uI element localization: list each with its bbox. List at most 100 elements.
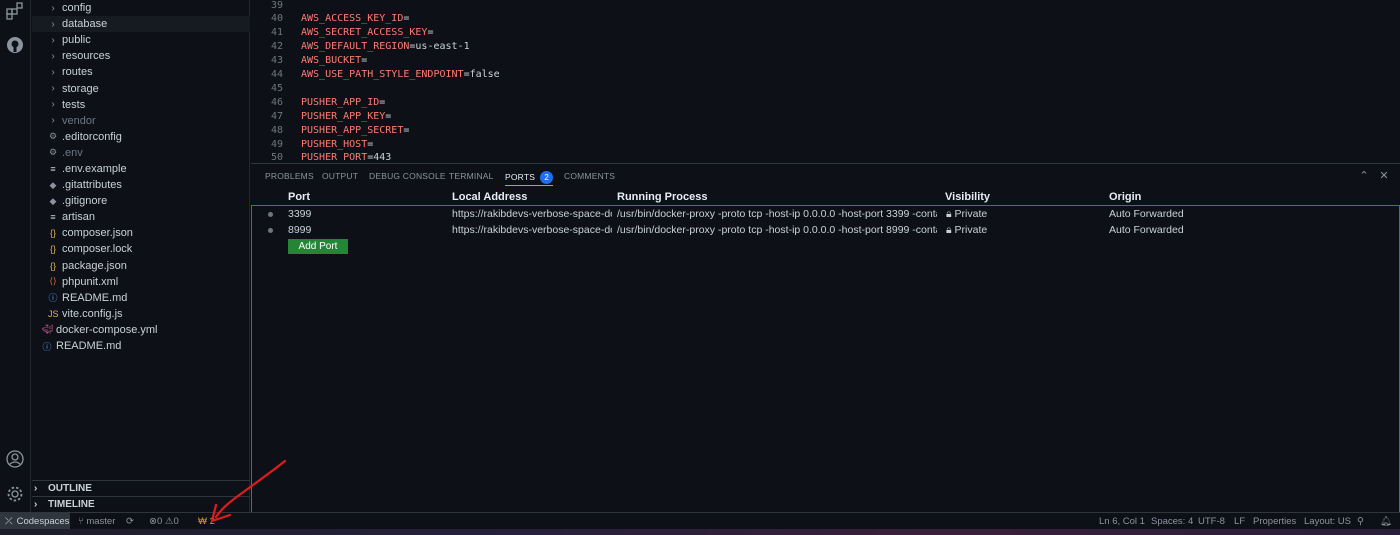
code-line[interactable]: 49 PUSHER_HOST=	[251, 137, 1400, 151]
feedback-icon[interactable]: ⚲	[1357, 516, 1364, 527]
problems-indicator[interactable]: ⊗0 ⚠0	[149, 516, 179, 527]
tree-file[interactable]: JS vite.config.js	[32, 306, 250, 322]
column-origin[interactable]: Origin	[1109, 191, 1141, 203]
origin-cell: Auto Forwarded	[1109, 208, 1184, 220]
tree-file[interactable]: ⓘ README.md	[32, 290, 250, 306]
tree-item-label: database	[62, 18, 108, 31]
indentation[interactable]: Spaces: 4	[1151, 516, 1193, 527]
port-cell[interactable]: 3399	[288, 208, 311, 220]
tree-item-label: routes	[62, 66, 93, 79]
local-address-cell[interactable]: https://rakibdevs-verbose-space-do...	[452, 224, 612, 236]
language-mode[interactable]: Properties	[1253, 516, 1296, 527]
info-file-icon: ⓘ	[48, 293, 58, 304]
chevron-right-icon: ›	[34, 499, 38, 510]
tab-debug-console[interactable]: DEBUG CONSOLE	[369, 171, 446, 181]
close-panel-icon[interactable]: ✕	[1377, 169, 1391, 183]
column-local-address[interactable]: Local Address	[452, 191, 527, 203]
env-key: AWS_BUCKET	[301, 55, 362, 67]
tree-item-label: .editorconfig	[62, 130, 122, 143]
tree-file[interactable]: ◆ .gitattributes	[32, 177, 250, 193]
tree-folder[interactable]: › public	[32, 32, 250, 48]
code-editor[interactable]: 39 40 AWS_ACCESS_KEY_ID= 41 AWS_SECRET_ACCES…	[251, 0, 1400, 162]
code-line[interactable]: 40 AWS_ACCESS_KEY_ID=	[251, 12, 1400, 26]
file-tree: › config › database › public › resources › routes…	[32, 0, 250, 354]
branch-indicator[interactable]: ⑂ master	[78, 516, 115, 527]
maximize-panel-icon[interactable]: ⌃	[1357, 169, 1371, 183]
timeline-section-header[interactable]: › TIMELINE	[32, 496, 250, 512]
tree-folder[interactable]: › tests	[32, 97, 250, 113]
column-visibility[interactable]: Visibility	[945, 191, 990, 203]
origin-cell: Auto Forwarded	[1109, 224, 1184, 236]
json-file-icon: {}	[49, 228, 56, 239]
notifications-bell-icon[interactable]: 🔔︎	[1380, 516, 1392, 527]
visibility-label: Private	[954, 208, 988, 220]
code-line[interactable]: 47 PUSHER_APP_KEY=	[251, 109, 1400, 123]
tab-label: PROBLEMS	[265, 171, 314, 181]
column-port[interactable]: Port	[288, 191, 310, 203]
sync-icon[interactable]: ⟳	[126, 516, 134, 527]
json-file-icon: {}	[49, 244, 56, 255]
ports-indicator[interactable]: ₩ 2	[198, 516, 215, 527]
tab-terminal[interactable]: TERMINAL	[449, 171, 494, 181]
tree-folder[interactable]: › storage	[32, 80, 250, 96]
ports-table-header: Port Local Address Running Process Visib…	[251, 188, 1400, 206]
tree-file[interactable]: ≡ artisan	[32, 209, 250, 225]
tree-file[interactable]: ⚙ .env	[32, 145, 250, 161]
warning-count: 0	[173, 516, 179, 527]
column-running-process[interactable]: Running Process	[617, 191, 707, 203]
extensions-icon[interactable]	[4, 0, 26, 22]
text-file-icon: ≡	[50, 212, 56, 223]
tree-folder[interactable]: › resources	[32, 48, 250, 64]
tab-ports[interactable]: PORTS 2	[505, 171, 554, 186]
tree-file[interactable]: {} composer.json	[32, 225, 250, 241]
code-line[interactable]: 48 PUSHER_APP_SECRET=	[251, 123, 1400, 137]
tree-item-label: tests	[62, 98, 86, 111]
encoding[interactable]: UTF-8	[1198, 516, 1225, 527]
add-port-button[interactable]: Add Port	[288, 239, 348, 254]
tree-file[interactable]: 🐳︎ docker-compose.yml	[32, 322, 250, 338]
code-line[interactable]: 41 AWS_SECRET_ACCESS_KEY=	[251, 26, 1400, 40]
tree-file[interactable]: {} package.json	[32, 258, 250, 274]
tree-folder[interactable]: › database	[32, 16, 250, 33]
tree-file[interactable]: ⟨⟩ phpunit.xml	[32, 274, 250, 290]
outline-section-header[interactable]: › OUTLINE	[32, 480, 250, 496]
tree-file[interactable]: ⚙ .editorconfig	[32, 129, 250, 145]
code-line[interactable]: 45	[251, 81, 1400, 95]
port-cell[interactable]: 8999	[288, 224, 311, 236]
tab-problems[interactable]: PROBLEMS	[265, 171, 314, 181]
tree-item-label: package.json	[62, 259, 127, 272]
tree-file[interactable]: ⓘ README.md	[32, 338, 250, 354]
end-of-line[interactable]: LF	[1234, 516, 1245, 527]
tab-output[interactable]: OUTPUT	[322, 171, 358, 181]
tree-file[interactable]: ◆ .gitignore	[32, 193, 250, 209]
code-line[interactable]: 39	[251, 0, 1400, 12]
tree-file[interactable]: {} composer.lock	[32, 241, 250, 257]
code-line[interactable]: 46 PUSHER_APP_ID=	[251, 95, 1400, 109]
visibility-cell[interactable]: 🔒︎ Private	[946, 224, 987, 237]
settings-gear-icon[interactable]	[4, 483, 26, 505]
tab-comments[interactable]: COMMENTS	[564, 171, 615, 181]
code-line[interactable]: 44 AWS_USE_PATH_STYLE_ENDPOINT=false	[251, 68, 1400, 82]
github-icon[interactable]	[4, 34, 26, 56]
code-line[interactable]: 43 AWS_BUCKET=	[251, 54, 1400, 68]
line-number: 40	[270, 13, 283, 25]
local-address-cell[interactable]: https://rakibdevs-verbose-space-do...	[452, 208, 612, 220]
remote-indicator[interactable]: ⤫ Codespaces	[0, 513, 70, 529]
table-row[interactable]: 8999 https://rakibdevs-verbose-space-do.…	[252, 222, 1399, 238]
table-row[interactable]: 3399 https://rakibdevs-verbose-space-do.…	[252, 206, 1399, 222]
account-icon[interactable]	[4, 448, 26, 470]
code-line[interactable]: 42 AWS_DEFAULT_REGION=us-east-1	[251, 40, 1400, 54]
tree-item-label: composer.json	[62, 227, 133, 240]
tree-folder[interactable]: › routes	[32, 64, 250, 80]
tree-file[interactable]: ≡ .env.example	[32, 161, 250, 177]
keyboard-layout[interactable]: Layout: US	[1304, 516, 1351, 527]
tree-folder[interactable]: › vendor	[32, 113, 250, 129]
tree-folder[interactable]: › config	[32, 0, 250, 16]
cursor-position[interactable]: Ln 6, Col 1	[1099, 516, 1145, 527]
status-bar: ⤫ Codespaces ⑂ master ⟳ ⊗0 ⚠0 ₩ 2 Ln 6, …	[0, 512, 1400, 529]
visibility-cell[interactable]: 🔒︎ Private	[946, 208, 987, 221]
code-line[interactable]: 50 PUSHER_PORT=443	[251, 151, 1400, 162]
code-text: PUSHER_HOST=	[301, 139, 373, 150]
remote-icon: ⤫	[5, 515, 13, 527]
git-branch-icon: ⑂	[78, 516, 84, 527]
